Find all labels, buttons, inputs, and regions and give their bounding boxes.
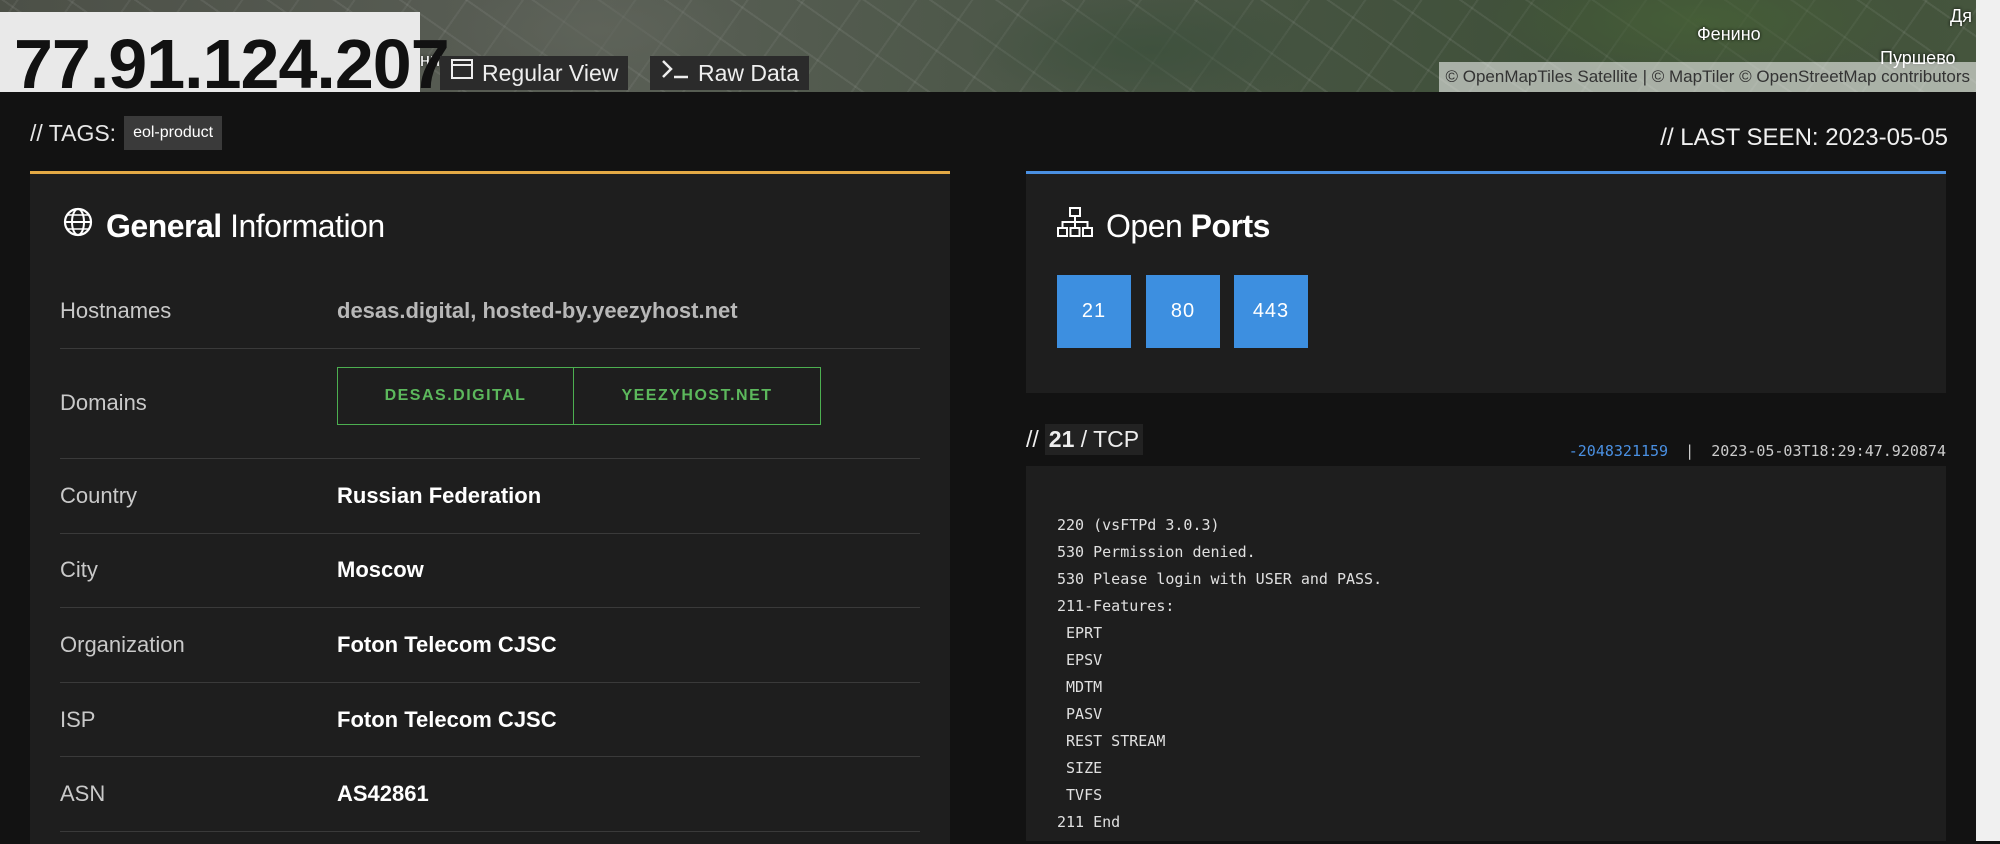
- asn-value: AS42861: [337, 781, 429, 806]
- open-ports-title: Open Ports: [1056, 206, 1270, 246]
- globe-icon: [62, 206, 94, 246]
- page-scrollbar[interactable]: [1976, 0, 2000, 841]
- info-row-country: Country Russian Federation: [60, 458, 920, 534]
- country-value: Russian Federation: [337, 483, 542, 508]
- tag-chip[interactable]: eol-product: [124, 116, 223, 150]
- hostnames-key: Hostnames: [60, 298, 172, 323]
- map-attribution[interactable]: © OpenMapTiles Satellite | © MapTiler © …: [1439, 62, 1976, 92]
- service-prefix: //: [1026, 426, 1039, 452]
- organization-value: Foton Telecom CJSC: [337, 632, 557, 657]
- service-banner-text: 220 (vsFTPd 3.0.3) 530 Permission denied…: [1057, 516, 1383, 831]
- ip-address: 77.91.124.207: [14, 25, 450, 103]
- country-key: Country: [60, 483, 138, 508]
- info-row-isp: ISP Foton Telecom CJSC: [60, 682, 920, 757]
- map-label-dya: Дя: [1950, 6, 1972, 26]
- ports-title-bold: Ports: [1190, 207, 1271, 244]
- map-attribution-text[interactable]: © OpenMapTiles Satellite | © MapTiler © …: [1445, 67, 1970, 86]
- regular-view-label: Regular View: [482, 60, 619, 86]
- organization-key: Organization: [60, 632, 185, 657]
- hostnames-value: desas.digital, hosted-by.yeezyhost.net: [337, 298, 738, 323]
- service-port: 21: [1048, 426, 1075, 452]
- raw-data-button[interactable]: Raw Data: [650, 56, 809, 90]
- open-ports-card: Open Ports 21 80 443: [1026, 171, 1946, 393]
- raw-data-label: Raw Data: [698, 60, 799, 86]
- port-21-button[interactable]: 21: [1057, 275, 1131, 348]
- service-port-proto: 21 / TCP: [1044, 424, 1144, 455]
- info-row-domains: Domains DESAS.DIGITAL YEEZYHOST.NET: [60, 348, 920, 459]
- general-information-title: General Information: [62, 206, 385, 246]
- map-label-fenino: Фенино: [1697, 24, 1761, 44]
- window-icon: [450, 56, 474, 90]
- tags-row: // TAGS: eol-product: [30, 116, 223, 150]
- info-row-organization: Organization Foton Telecom CJSC: [60, 607, 920, 683]
- last-seen: // LAST SEEN: 2023-05-05: [1660, 124, 1948, 151]
- ports-title-rest: Open: [1106, 207, 1183, 244]
- isp-key: ISP: [60, 707, 96, 732]
- service-timestamp: 2023-05-03T18:29:47.920874: [1711, 442, 1946, 460]
- domain-button-yeezyhost[interactable]: YEEZYHOST.NET: [573, 367, 821, 425]
- info-row-city: City Moscow: [60, 533, 920, 608]
- service-header: // 21 / TCP: [1026, 424, 1144, 455]
- general-title-bold: General: [106, 207, 222, 244]
- info-row-asn: ASN AS42861: [60, 756, 920, 832]
- tags-label: // TAGS:: [30, 119, 117, 146]
- info-row-hostnames: Hostnames desas.digital, hosted-by.yeezy…: [60, 248, 920, 349]
- service-meta: -2048321159 | 2023-05-03T18:29:47.920874: [1569, 442, 1946, 460]
- domain-button-desas[interactable]: DESAS.DIGITAL: [337, 367, 574, 425]
- asn-key: ASN: [60, 781, 106, 806]
- domains-key: Domains: [60, 390, 147, 415]
- terminal-icon: [660, 56, 690, 90]
- port-443-button[interactable]: 443: [1234, 275, 1308, 348]
- city-key: City: [60, 557, 98, 582]
- service-hash-link[interactable]: -2048321159: [1569, 442, 1668, 460]
- general-title-rest: Information: [230, 207, 385, 244]
- service-proto: / TCP: [1080, 426, 1140, 452]
- isp-value: Foton Telecom CJSC: [337, 707, 557, 732]
- service-meta-separator: |: [1685, 442, 1695, 460]
- city-value: Moscow: [337, 557, 424, 582]
- service-banner: 220 (vsFTPd 3.0.3) 530 Permission denied…: [1026, 466, 1946, 841]
- sitemap-icon: [1056, 206, 1094, 246]
- regular-view-button[interactable]: Regular View: [440, 56, 629, 90]
- general-information-card: General Information Hostnames desas.digi…: [30, 171, 950, 844]
- port-80-button[interactable]: 80: [1146, 275, 1220, 348]
- ip-header: 77.91.124.207: [0, 12, 450, 102]
